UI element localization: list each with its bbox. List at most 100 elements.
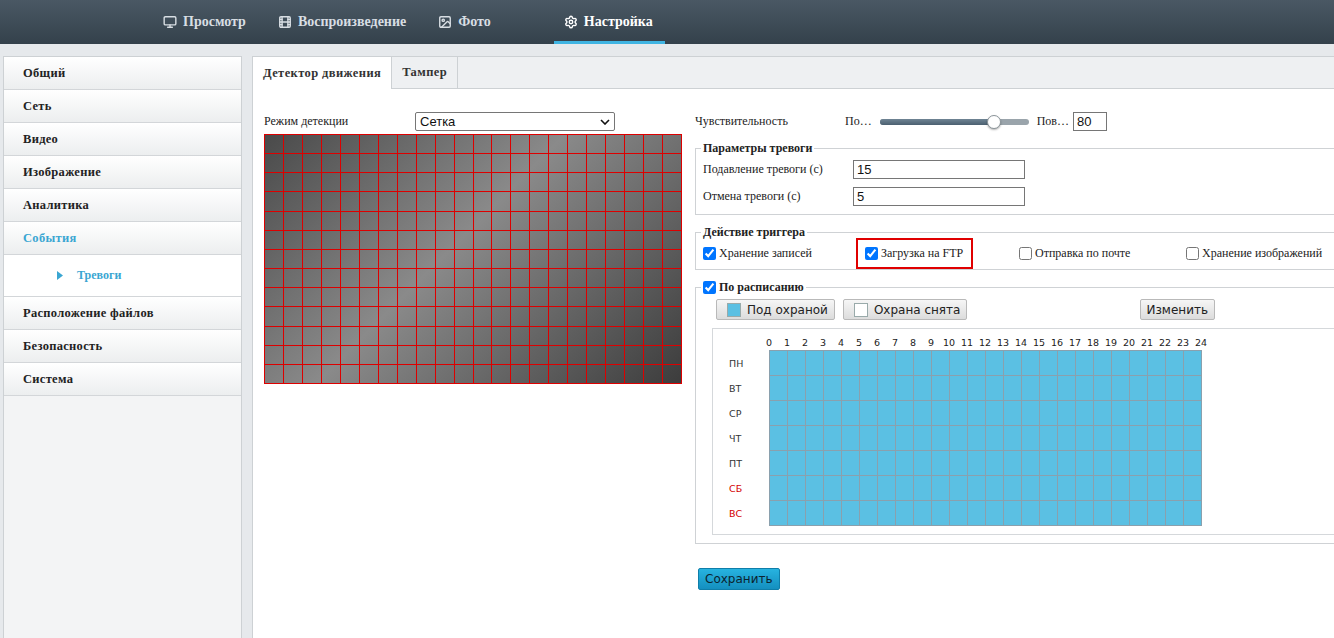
grid-cell[interactable]: [322, 307, 341, 326]
schedule-cell[interactable]: [1130, 426, 1148, 451]
grid-cell[interactable]: [625, 250, 644, 269]
schedule-cell[interactable]: [968, 451, 986, 476]
grid-cell[interactable]: [492, 154, 511, 173]
nav-item[interactable]: Настройка: [554, 0, 665, 44]
grid-cell[interactable]: [644, 212, 663, 231]
schedule-cell[interactable]: [986, 426, 1004, 451]
grid-cell[interactable]: [644, 250, 663, 269]
schedule-cell[interactable]: [878, 351, 896, 376]
grid-cell[interactable]: [663, 288, 682, 307]
grid-cell[interactable]: [284, 307, 303, 326]
schedule-cell[interactable]: [896, 401, 914, 426]
grid-cell[interactable]: [530, 192, 549, 211]
grid-cell[interactable]: [398, 327, 417, 346]
grid-cell[interactable]: [474, 346, 493, 365]
grid-cell[interactable]: [398, 365, 417, 384]
sidebar-item[interactable]: События: [4, 222, 241, 255]
schedule-cell[interactable]: [860, 376, 878, 401]
grid-cell[interactable]: [587, 173, 606, 192]
schedule-cell[interactable]: [1148, 351, 1166, 376]
mode-select[interactable]: Сетка: [415, 112, 615, 131]
checkbox[interactable]: [1019, 247, 1032, 260]
schedule-cell[interactable]: [1058, 351, 1076, 376]
grid-cell[interactable]: [265, 269, 284, 288]
grid-cell[interactable]: [474, 327, 493, 346]
grid-cell[interactable]: [644, 135, 663, 154]
grid-cell[interactable]: [360, 192, 379, 211]
grid-cell[interactable]: [398, 307, 417, 326]
grid-cell[interactable]: [379, 346, 398, 365]
schedule-cell[interactable]: [878, 401, 896, 426]
grid-cell[interactable]: [360, 269, 379, 288]
schedule-cell[interactable]: [842, 476, 860, 501]
grid-cell[interactable]: [360, 173, 379, 192]
schedule-cell[interactable]: [860, 351, 878, 376]
grid-cell[interactable]: [284, 231, 303, 250]
grid-cell[interactable]: [568, 288, 587, 307]
grid-cell[interactable]: [606, 135, 625, 154]
trigger-option[interactable]: Хранение изображений: [1186, 246, 1334, 261]
grid-cell[interactable]: [587, 288, 606, 307]
sidebar-item[interactable]: Видео: [4, 123, 241, 156]
grid-cell[interactable]: [284, 288, 303, 307]
sidebar-item[interactable]: Система: [4, 363, 241, 396]
grid-cell[interactable]: [379, 307, 398, 326]
grid-cell[interactable]: [511, 365, 530, 384]
schedule-cell[interactable]: [860, 426, 878, 451]
grid-cell[interactable]: [398, 192, 417, 211]
grid-cell[interactable]: [303, 288, 322, 307]
grid-cell[interactable]: [549, 192, 568, 211]
grid-cell[interactable]: [644, 173, 663, 192]
schedule-cell[interactable]: [1022, 501, 1040, 526]
grid-cell[interactable]: [379, 173, 398, 192]
grid-cell[interactable]: [303, 269, 322, 288]
schedule-cell[interactable]: [1184, 351, 1202, 376]
grid-cell[interactable]: [322, 231, 341, 250]
grid-cell[interactable]: [511, 212, 530, 231]
grid-cell[interactable]: [436, 365, 455, 384]
grid-cell[interactable]: [417, 346, 436, 365]
schedule-cell[interactable]: [1040, 401, 1058, 426]
sidebar-item[interactable]: Безопасность: [4, 330, 241, 363]
grid-cell[interactable]: [379, 154, 398, 173]
grid-cell[interactable]: [492, 307, 511, 326]
schedule-cell[interactable]: [1076, 376, 1094, 401]
grid-cell[interactable]: [511, 154, 530, 173]
grid-cell[interactable]: [360, 250, 379, 269]
grid-cell[interactable]: [303, 135, 322, 154]
grid-cell[interactable]: [360, 346, 379, 365]
grid-cell[interactable]: [644, 192, 663, 211]
grid-cell[interactable]: [436, 307, 455, 326]
grid-cell[interactable]: [492, 250, 511, 269]
schedule-cell[interactable]: [968, 401, 986, 426]
schedule-cell[interactable]: [1112, 451, 1130, 476]
grid-cell[interactable]: [436, 327, 455, 346]
grid-cell[interactable]: [568, 346, 587, 365]
grid-cell[interactable]: [379, 269, 398, 288]
sidebar-item[interactable]: Аналитика: [4, 189, 241, 222]
grid-cell[interactable]: [568, 212, 587, 231]
schedule-cell[interactable]: [914, 426, 932, 451]
schedule-cell[interactable]: [950, 351, 968, 376]
schedule-cell[interactable]: [986, 401, 1004, 426]
grid-cell[interactable]: [606, 346, 625, 365]
grid-cell[interactable]: [398, 173, 417, 192]
schedule-cell[interactable]: [1004, 451, 1022, 476]
grid-cell[interactable]: [322, 365, 341, 384]
schedule-cell[interactable]: [1166, 376, 1184, 401]
schedule-cell[interactable]: [806, 476, 824, 501]
grid-cell[interactable]: [587, 212, 606, 231]
grid-cell[interactable]: [568, 231, 587, 250]
grid-cell[interactable]: [341, 173, 360, 192]
legend-button[interactable]: Охрана снята: [843, 299, 968, 320]
schedule-cell[interactable]: [842, 401, 860, 426]
grid-cell[interactable]: [322, 173, 341, 192]
schedule-cell[interactable]: [1112, 401, 1130, 426]
schedule-cell[interactable]: [806, 451, 824, 476]
grid-cell[interactable]: [341, 327, 360, 346]
grid-cell[interactable]: [417, 250, 436, 269]
grid-cell[interactable]: [341, 231, 360, 250]
schedule-cell[interactable]: [1022, 401, 1040, 426]
schedule-cell[interactable]: [1184, 426, 1202, 451]
grid-cell[interactable]: [530, 231, 549, 250]
